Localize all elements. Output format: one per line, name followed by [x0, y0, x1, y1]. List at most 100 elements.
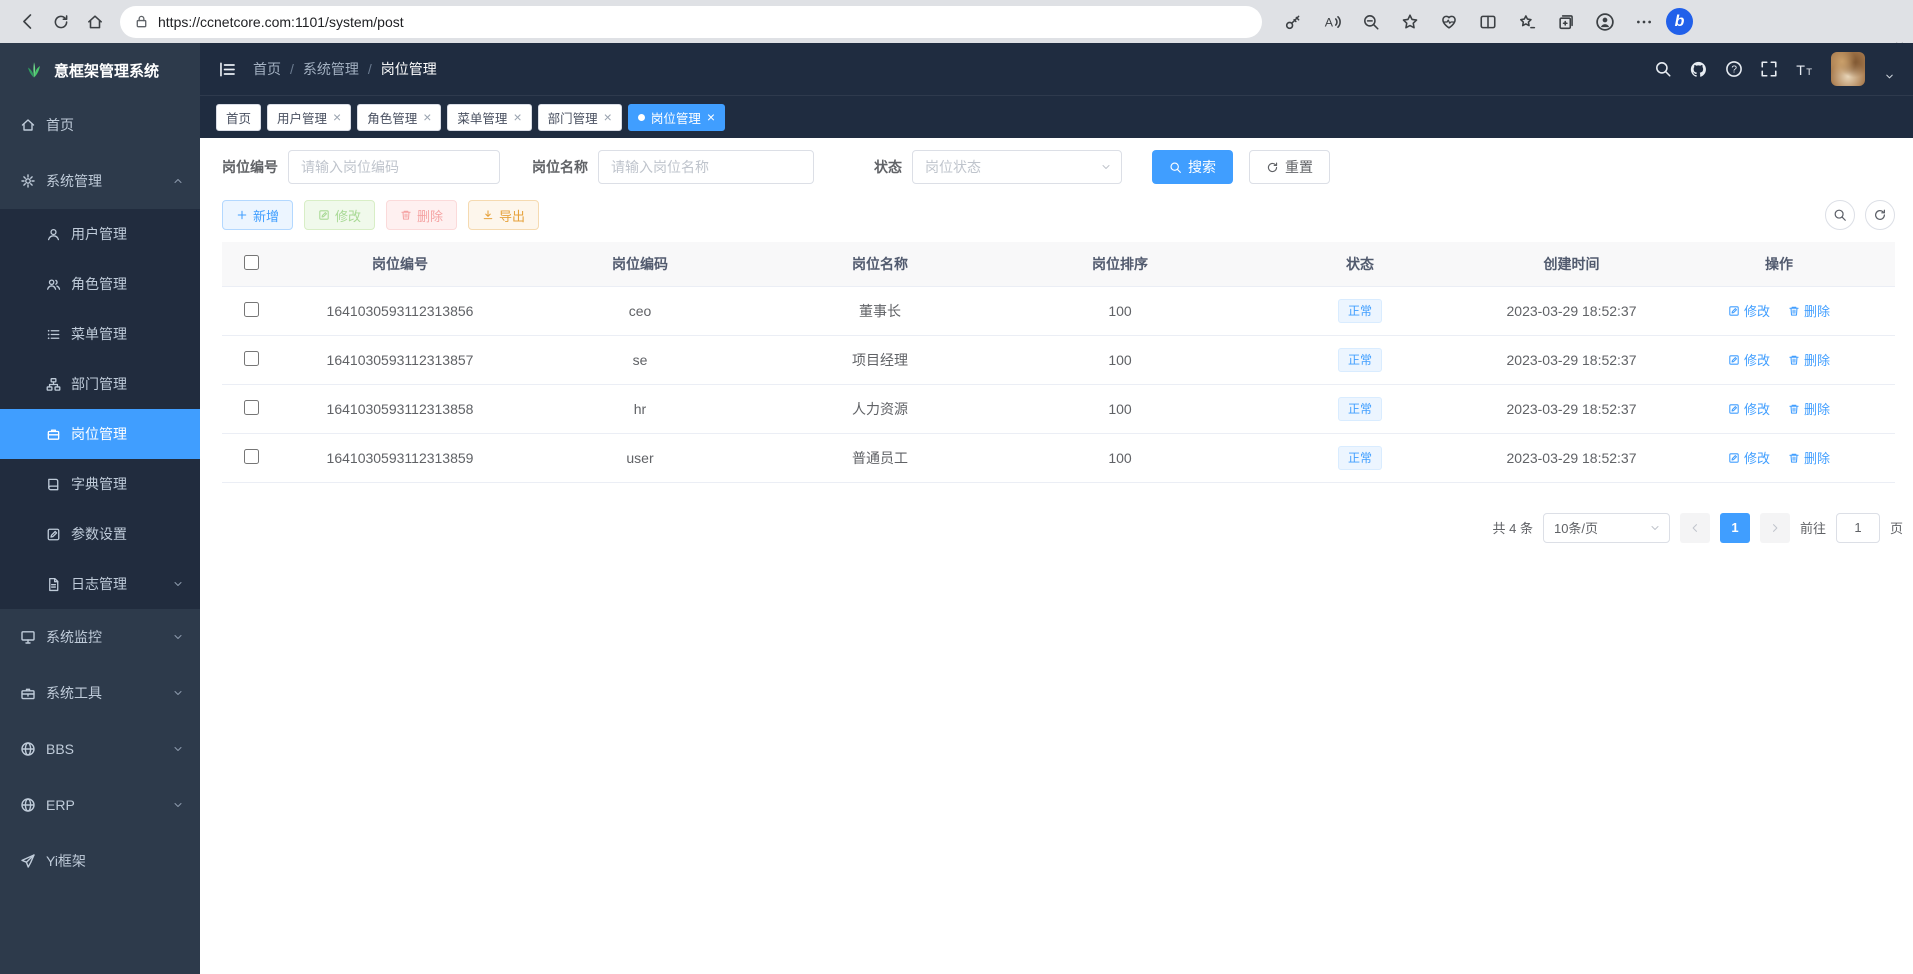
- sidebar-item-departments[interactable]: 部门管理: [0, 359, 200, 409]
- page-1-button[interactable]: 1: [1720, 513, 1750, 543]
- tab-close-icon[interactable]: ×: [513, 110, 521, 124]
- breadcrumb-home[interactable]: 首页: [253, 59, 281, 79]
- row-checkbox[interactable]: [244, 400, 259, 415]
- prev-page-button[interactable]: [1680, 513, 1710, 543]
- tab-label: 菜单管理: [457, 108, 507, 127]
- row-delete-link[interactable]: 删除: [1788, 350, 1830, 369]
- sidebar-item-home[interactable]: 首页: [0, 97, 200, 153]
- reset-button[interactable]: 重置: [1249, 150, 1330, 184]
- sidebar-item-menus[interactable]: 菜单管理: [0, 309, 200, 359]
- sidebar-item-label: 字典管理: [71, 474, 127, 494]
- row-edit-link[interactable]: 修改: [1728, 448, 1770, 467]
- search-button[interactable]: 搜索: [1152, 150, 1233, 184]
- export-button[interactable]: 导出: [468, 200, 539, 230]
- browser-home-button[interactable]: [78, 5, 112, 39]
- tab-user-management[interactable]: 用户管理×: [267, 104, 351, 131]
- row-checkbox[interactable]: [244, 449, 259, 464]
- row-checkbox[interactable]: [244, 351, 259, 366]
- sidebar-item-roles[interactable]: 角色管理: [0, 259, 200, 309]
- split-screen-icon[interactable]: [1471, 5, 1505, 39]
- edit-button[interactable]: 修改: [304, 200, 375, 230]
- tab-home[interactable]: 首页: [216, 104, 261, 131]
- tab-close-icon[interactable]: ×: [707, 110, 715, 124]
- bing-copilot-icon[interactable]: b: [1666, 8, 1693, 35]
- toggle-search-button[interactable]: [1825, 200, 1855, 230]
- read-aloud-icon[interactable]: [1315, 5, 1349, 39]
- row-delete-link[interactable]: 删除: [1788, 448, 1830, 467]
- sidebar-item-logs[interactable]: 日志管理: [0, 559, 200, 609]
- tab-menu-management[interactable]: 菜单管理 ×: [447, 104, 531, 131]
- tab-role-management[interactable]: 角色管理×: [357, 104, 441, 131]
- sidebar-item-label: 参数设置: [71, 524, 127, 544]
- add-favorite-icon[interactable]: [1393, 5, 1427, 39]
- row-delete-link[interactable]: 删除: [1788, 301, 1830, 320]
- help-icon[interactable]: [1725, 60, 1743, 78]
- goto-page-input[interactable]: [1836, 513, 1880, 543]
- tab-close-icon[interactable]: ×: [423, 110, 431, 124]
- chevron-down-icon: [1649, 522, 1661, 534]
- sidebar-item-parameters[interactable]: 参数设置: [0, 509, 200, 559]
- browser-back-button[interactable]: [10, 5, 44, 39]
- sidebar-item-dictionary[interactable]: 字典管理: [0, 459, 200, 509]
- password-key-icon[interactable]: [1276, 5, 1310, 39]
- chevron-up-icon: [172, 175, 184, 187]
- github-icon[interactable]: [1689, 60, 1708, 79]
- breadcrumb-current: 岗位管理: [381, 59, 437, 79]
- post-name-input[interactable]: [598, 150, 814, 184]
- add-button[interactable]: 新增: [222, 200, 293, 230]
- tab-department-management[interactable]: 部门管理×: [538, 104, 622, 131]
- post-code-input[interactable]: [288, 150, 500, 184]
- edit-button-label: 修改: [335, 206, 361, 225]
- zoom-out-icon[interactable]: [1354, 5, 1388, 39]
- browser-refresh-button[interactable]: [44, 5, 78, 39]
- sidebar-item-posts[interactable]: 岗位管理: [0, 409, 200, 459]
- sidebar-collapse-icon[interactable]: [218, 60, 237, 79]
- favorites-icon[interactable]: [1510, 5, 1544, 39]
- fullscreen-icon[interactable]: [1760, 60, 1778, 78]
- table-header-row: 岗位编号 岗位编码 岗位名称 岗位排序 状态 创建时间 操作: [222, 242, 1895, 286]
- header-search-icon[interactable]: [1654, 60, 1672, 78]
- row-edit-link[interactable]: 修改: [1728, 301, 1770, 320]
- sidebar-item-tools[interactable]: 系统工具: [0, 665, 200, 721]
- delete-button[interactable]: 删除: [386, 200, 457, 230]
- sidebar-item-monitor[interactable]: 系统监控: [0, 609, 200, 665]
- tab-close-icon[interactable]: ×: [604, 110, 612, 124]
- row-edit-link[interactable]: 修改: [1728, 350, 1770, 369]
- site-permissions-icon[interactable]: [134, 14, 149, 29]
- browser-essentials-icon[interactable]: [1432, 5, 1466, 39]
- browser-profile-icon[interactable]: [1588, 5, 1622, 39]
- url-text[interactable]: https://ccnetcore.com:1101/system/post: [158, 14, 404, 30]
- edit-icon: [318, 209, 330, 221]
- collections-icon[interactable]: [1549, 5, 1583, 39]
- sidebar-item-system[interactable]: 系统管理: [0, 153, 200, 209]
- sidebar-item-erp[interactable]: ERP: [0, 777, 200, 833]
- font-size-icon[interactable]: [1795, 60, 1814, 79]
- cell-created: 2023-03-29 18:52:37: [1480, 433, 1663, 482]
- cell-post-sort: 100: [1000, 433, 1240, 482]
- table-row: 1641030593112313857 se 项目经理 100 正常 2023-…: [222, 335, 1895, 384]
- page-size-select[interactable]: 10条/页: [1543, 513, 1670, 543]
- row-delete-label: 删除: [1804, 301, 1830, 320]
- browser-menu-icon[interactable]: [1627, 5, 1661, 39]
- status-select[interactable]: 岗位状态: [912, 150, 1122, 184]
- tab-close-icon[interactable]: ×: [333, 110, 341, 124]
- select-all-checkbox[interactable]: [244, 255, 259, 270]
- row-delete-link[interactable]: 删除: [1788, 399, 1830, 418]
- home-icon: [20, 117, 36, 133]
- status-badge: 正常: [1338, 299, 1382, 323]
- address-bar[interactable]: https://ccnetcore.com:1101/system/post: [120, 6, 1262, 38]
- refresh-table-button[interactable]: [1865, 200, 1895, 230]
- sidebar-item-users[interactable]: 用户管理: [0, 209, 200, 259]
- sidebar-item-yi-framework[interactable]: Yi框架: [0, 833, 200, 889]
- user-avatar[interactable]: [1831, 52, 1865, 86]
- breadcrumb-system[interactable]: 系统管理: [303, 59, 359, 79]
- row-edit-link[interactable]: 修改: [1728, 399, 1770, 418]
- cell-created: 2023-03-29 18:52:37: [1480, 335, 1663, 384]
- edit-icon: [1728, 305, 1740, 317]
- tab-post-management[interactable]: 岗位管理×: [628, 104, 725, 131]
- next-page-button[interactable]: [1760, 513, 1790, 543]
- org-tree-icon: [46, 377, 61, 392]
- row-checkbox[interactable]: [244, 302, 259, 317]
- user-dropdown-caret-icon[interactable]: [1884, 71, 1895, 82]
- sidebar-item-bbs[interactable]: BBS: [0, 721, 200, 777]
